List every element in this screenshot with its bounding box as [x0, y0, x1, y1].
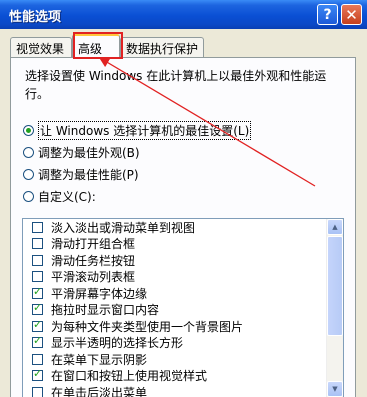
effect-label: 拖拉时显示窗口内容: [51, 303, 160, 318]
radio-label: 自定义(C):: [38, 189, 96, 204]
close-icon: ✕: [345, 5, 358, 24]
effect-label: 为每种文件夹类型使用一个背景图片: [51, 319, 244, 334]
tab-label: 视觉效果: [16, 42, 65, 56]
tab-data-execution-prevention[interactable]: 数据执行保护: [120, 37, 204, 57]
radio-label: 调整为最佳外观(B): [38, 145, 140, 160]
radio-best-appearance[interactable]: 调整为最佳外观(B): [23, 144, 140, 160]
performance-options-window: 性能选项 ? ✕ 视觉效果 高级 数据执行保护 选择设置使 Windows 在此…: [0, 0, 367, 397]
effect-label: 平滑滚动列表框: [51, 270, 136, 285]
window-title: 性能选项: [9, 10, 62, 25]
checkbox-icon[interactable]: [32, 334, 43, 349]
scrollbar-thumb[interactable]: [327, 236, 343, 336]
help-icon: ?: [323, 6, 332, 23]
effect-list-item[interactable]: 在菜单下显示阴影: [23, 351, 343, 368]
effect-list-item[interactable]: 滑动任务栏按钮: [23, 252, 343, 269]
effect-list-item[interactable]: 淡入淡出或滑动菜单到视图: [23, 219, 343, 236]
radio-button-icon: [23, 168, 34, 180]
tab-visual-effects[interactable]: 视觉效果: [10, 37, 72, 57]
effect-list-item[interactable]: 在窗口和按钮上使用视觉样式: [23, 367, 343, 385]
tab-panel-visual-effects: 选择设置使 Windows 在此计算机上以最佳外观和性能运 行。 让 Windo…: [10, 57, 356, 397]
effect-label: 平滑屏幕字体边缘: [51, 286, 148, 301]
checkbox-icon[interactable]: [32, 271, 43, 283]
radio-label: 调整为最佳性能(P): [38, 167, 139, 182]
radio-label: 让 Windows 选择计算机的最佳设置(L): [38, 120, 252, 140]
scroll-up-button[interactable]: ▲: [327, 219, 343, 235]
effect-list-item[interactable]: 显示半透明的选择长方形: [23, 334, 343, 352]
radio-button-icon: [23, 190, 34, 202]
effect-label: 淡入淡出或滑动菜单到视图: [51, 220, 196, 235]
effect-label: 滑动任务栏按钮: [51, 253, 136, 268]
visual-effects-list[interactable]: 淡入淡出或滑动菜单到视图滑动打开组合框滑动任务栏按钮平滑滚动列表框平滑屏幕字体边…: [22, 218, 344, 397]
radio-button-icon: [23, 124, 34, 136]
checkbox-icon[interactable]: [32, 318, 43, 332]
effect-list-item[interactable]: 平滑屏幕字体边缘: [23, 285, 343, 302]
checkbox-icon[interactable]: [32, 238, 43, 250]
description-text: 选择设置使 Windows 在此计算机上以最佳外观和性能运 行。: [25, 67, 347, 103]
arrow-up-icon: ▲: [332, 223, 338, 231]
checkbox-icon[interactable]: [32, 301, 43, 316]
annotation-highlight-box: [73, 32, 123, 59]
effect-label: 在窗口和按钮上使用视觉样式: [51, 369, 208, 384]
checkbox-icon[interactable]: [32, 353, 43, 365]
effect-list-item[interactable]: 为每种文件夹类型使用一个背景图片: [23, 318, 343, 335]
close-button[interactable]: ✕: [341, 4, 362, 25]
effect-label: 显示半透明的选择长方形: [51, 336, 184, 351]
vertical-scrollbar[interactable]: ▲ ▼: [326, 219, 343, 397]
help-button[interactable]: ?: [317, 4, 338, 25]
checkbox-icon[interactable]: [32, 221, 43, 233]
arrow-down-icon: ▼: [332, 385, 338, 393]
effect-list-item[interactable]: 滑动打开组合框: [23, 236, 343, 253]
tab-label: 数据执行保护: [126, 42, 199, 56]
title-bar[interactable]: 性能选项 ? ✕: [0, 0, 367, 29]
dialog-body: 视觉效果 高级 数据执行保护 选择设置使 Windows 在此计算机上以最佳外观…: [4, 29, 363, 397]
effect-label: 在单击后淡出菜单: [51, 385, 148, 397]
effect-list-item[interactable]: 在单击后淡出菜单: [23, 384, 343, 397]
effect-list-item[interactable]: 平滑滚动列表框: [23, 269, 343, 286]
radio-let-windows-choose[interactable]: 让 Windows 选择计算机的最佳设置(L): [23, 120, 252, 140]
description-line: 选择设置使 Windows 在此计算机上以最佳外观和性能运: [25, 69, 327, 83]
scroll-down-button[interactable]: ▼: [327, 381, 343, 397]
checkbox-icon[interactable]: [32, 285, 43, 299]
radio-custom[interactable]: 自定义(C):: [23, 188, 96, 204]
effect-label: 滑动打开组合框: [51, 237, 136, 252]
checkbox-icon[interactable]: [32, 386, 43, 397]
checkbox-icon[interactable]: [32, 367, 43, 382]
radio-button-icon: [23, 146, 34, 158]
description-line: 行。: [25, 87, 50, 101]
checkbox-icon[interactable]: [32, 254, 43, 266]
effect-label: 在菜单下显示阴影: [51, 352, 148, 367]
radio-best-performance[interactable]: 调整为最佳性能(P): [23, 166, 139, 182]
effect-list-item[interactable]: 拖拉时显示窗口内容: [23, 301, 343, 319]
effects-list-items: 淡入淡出或滑动菜单到视图滑动打开组合框滑动任务栏按钮平滑滚动列表框平滑屏幕字体边…: [23, 219, 343, 397]
